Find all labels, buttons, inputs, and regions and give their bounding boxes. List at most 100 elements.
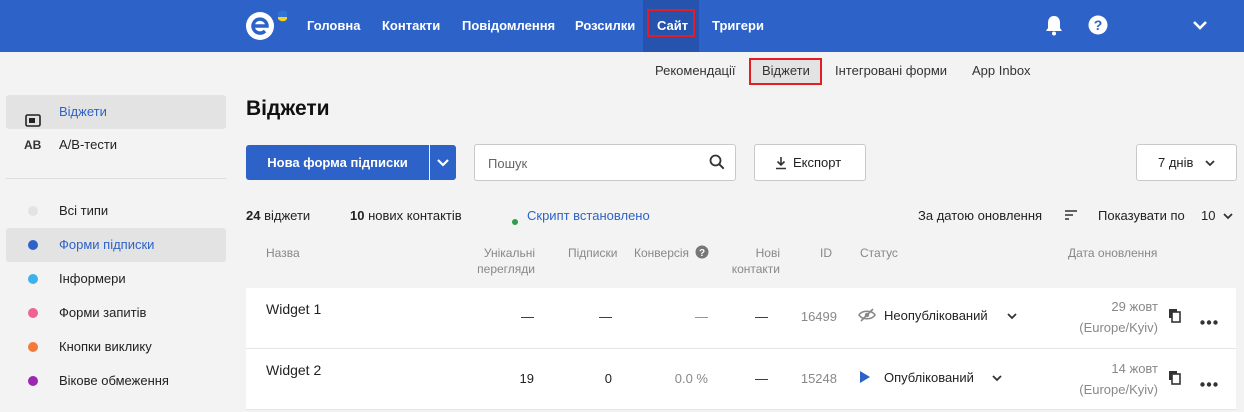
page-title: Віджети [246,97,330,120]
id-cell: 16499 [800,309,837,324]
show-per-page-value[interactable]: 10 [1201,208,1215,223]
sidebar-item-request-forms[interactable]: Форми запитів [6,296,226,330]
account-chevron-down-icon[interactable] [1190,17,1212,39]
help-icon[interactable]: ? [1087,14,1109,36]
type-dot-icon [28,308,38,318]
sidebar-item-label: Форми підписки [59,237,155,252]
sidebar-item-informers[interactable]: Інформери [6,262,226,296]
svg-text:?: ? [699,248,705,259]
new-subscription-form-button[interactable]: Нова форма підписки [246,145,429,180]
column-header-line: перегляди [477,262,535,276]
bell-icon[interactable] [1044,14,1066,36]
sort-label[interactable]: За датою оновлення [918,208,1042,223]
status-badge[interactable]: Неопублікований [884,308,988,323]
column-header-conversion[interactable]: Конверсія [634,245,689,261]
conversion-cell: 0.0 % [674,371,708,386]
nav-item-home[interactable]: Головна [307,0,360,52]
top-navigation-bar: Головна Контакти Повідомлення Розсилки С… [0,0,1244,52]
type-dot-icon [28,342,38,352]
period-select[interactable]: 7 днів [1136,144,1237,181]
id-cell: 15248 [800,371,837,386]
table-row[interactable]: Widget 1 — — — — 16499 Неопублікований 2… [246,288,1236,349]
table-row[interactable]: Widget 2 19 0 0.0 % — 15248 Опубліковани… [246,349,1236,410]
copy-icon[interactable] [1168,308,1182,326]
sidebar-item-label: Форми запитів [59,305,147,320]
search-box [474,144,736,181]
subnav-item-app-inbox[interactable]: App Inbox [972,56,1031,86]
widget-name[interactable]: Widget 2 [266,362,321,378]
sidebar-item-label: Кнопки виклику [59,339,152,354]
new-contacts-cell: — [755,371,768,386]
svg-text:?: ? [1094,17,1103,33]
new-contacts-cell: — [755,309,768,324]
more-options-icon[interactable] [1200,313,1218,328]
subnav-item-integrated-forms[interactable]: Інтегровані форми [835,56,947,86]
logo-icon[interactable] [244,9,292,43]
nav-item-contacts[interactable]: Контакти [382,0,440,52]
sidebar-item-subscription-forms[interactable]: Форми підписки [6,228,226,262]
nav-item-triggers[interactable]: Тригери [712,0,764,52]
copy-icon[interactable] [1168,370,1182,388]
type-dot-icon [28,376,38,386]
sidebar-item-age-restriction[interactable]: Вікове обмеження [6,364,226,398]
nav-item-site[interactable]: Сайт [657,0,688,52]
unique-views-cell: — [521,309,534,324]
nav-item-mailings[interactable]: Розсилки [575,0,635,52]
play-icon [859,370,871,387]
sidebar-item-ab-tests[interactable]: AB A/B-тести [6,128,226,162]
column-header-updated[interactable]: Дата оновлення [1068,245,1157,261]
sidebar-item-all-types[interactable]: Всі типи [6,194,226,228]
sidebar-item-label: Інформери [59,271,126,286]
more-options-icon[interactable] [1200,375,1218,390]
export-button[interactable]: Експорт [754,144,866,181]
updated-date-cell: 29 жовт [1111,299,1158,314]
sidebar-item-call-buttons[interactable]: Кнопки виклику [6,330,226,364]
column-header-unique-views[interactable]: Унікальні перегляди [455,245,535,277]
type-dot-icon [28,240,38,250]
sidebar-divider [6,178,226,179]
widgets-count-label: віджети [264,208,311,223]
column-header-new-contacts[interactable]: Нові контакти [710,245,780,277]
updated-timezone-cell: (Europe/Kyiv) [1079,382,1158,397]
new-contacts-stat: 10 нових контактів [350,208,462,223]
status-badge[interactable]: Опублікований [884,370,974,385]
sidebar-item-label: A/B-тести [59,137,118,152]
chevron-down-icon [437,159,449,167]
widgets-count-stat: 24 віджети [246,208,310,223]
column-header-id[interactable]: ID [820,245,832,261]
nav-item-messages[interactable]: Повідомлення [462,0,555,52]
column-header-subscriptions[interactable]: Підписки [568,245,617,261]
search-icon[interactable] [709,154,725,173]
sort-icon[interactable] [1064,209,1078,224]
column-header-name[interactable]: Назва [266,245,300,261]
subscriptions-cell: 0 [604,371,612,386]
subnav-item-widgets[interactable]: Віджети [762,56,810,86]
column-header-status[interactable]: Статус [860,245,898,261]
column-header-line: контакти [731,262,780,276]
script-status-link[interactable]: Скрипт встановлено [527,208,650,223]
new-form-dropdown-button[interactable] [430,145,456,180]
subnav-item-recommendations[interactable]: Рекомендації [655,56,736,86]
column-header-line: Нові [755,246,780,260]
column-header-line: Унікальні [483,246,535,260]
export-label: Експорт [793,155,842,170]
type-dot-icon [28,206,38,216]
chevron-down-icon[interactable] [1222,210,1234,225]
chevron-down-icon[interactable] [1006,310,1018,325]
subscriptions-cell: — [599,309,612,324]
help-icon[interactable]: ? [695,245,709,262]
sidebar-item-label: Вікове обмеження [59,373,169,388]
widgets-count: 24 [246,208,261,223]
updated-timezone-cell: (Europe/Kyiv) [1079,320,1158,335]
chevron-down-icon[interactable] [991,372,1003,387]
unique-views-cell: 19 [519,371,534,386]
download-icon [774,156,788,173]
widget-name[interactable]: Widget 1 [266,301,321,317]
search-input[interactable] [488,154,698,172]
type-dot-icon [28,274,38,284]
sidebar-item-widgets[interactable]: Віджети [6,95,226,129]
show-per-page-label: Показувати по [1098,208,1185,223]
ab-icon: AB [24,138,42,152]
script-status-dot-icon [512,213,518,228]
chevron-down-icon [1203,156,1217,173]
